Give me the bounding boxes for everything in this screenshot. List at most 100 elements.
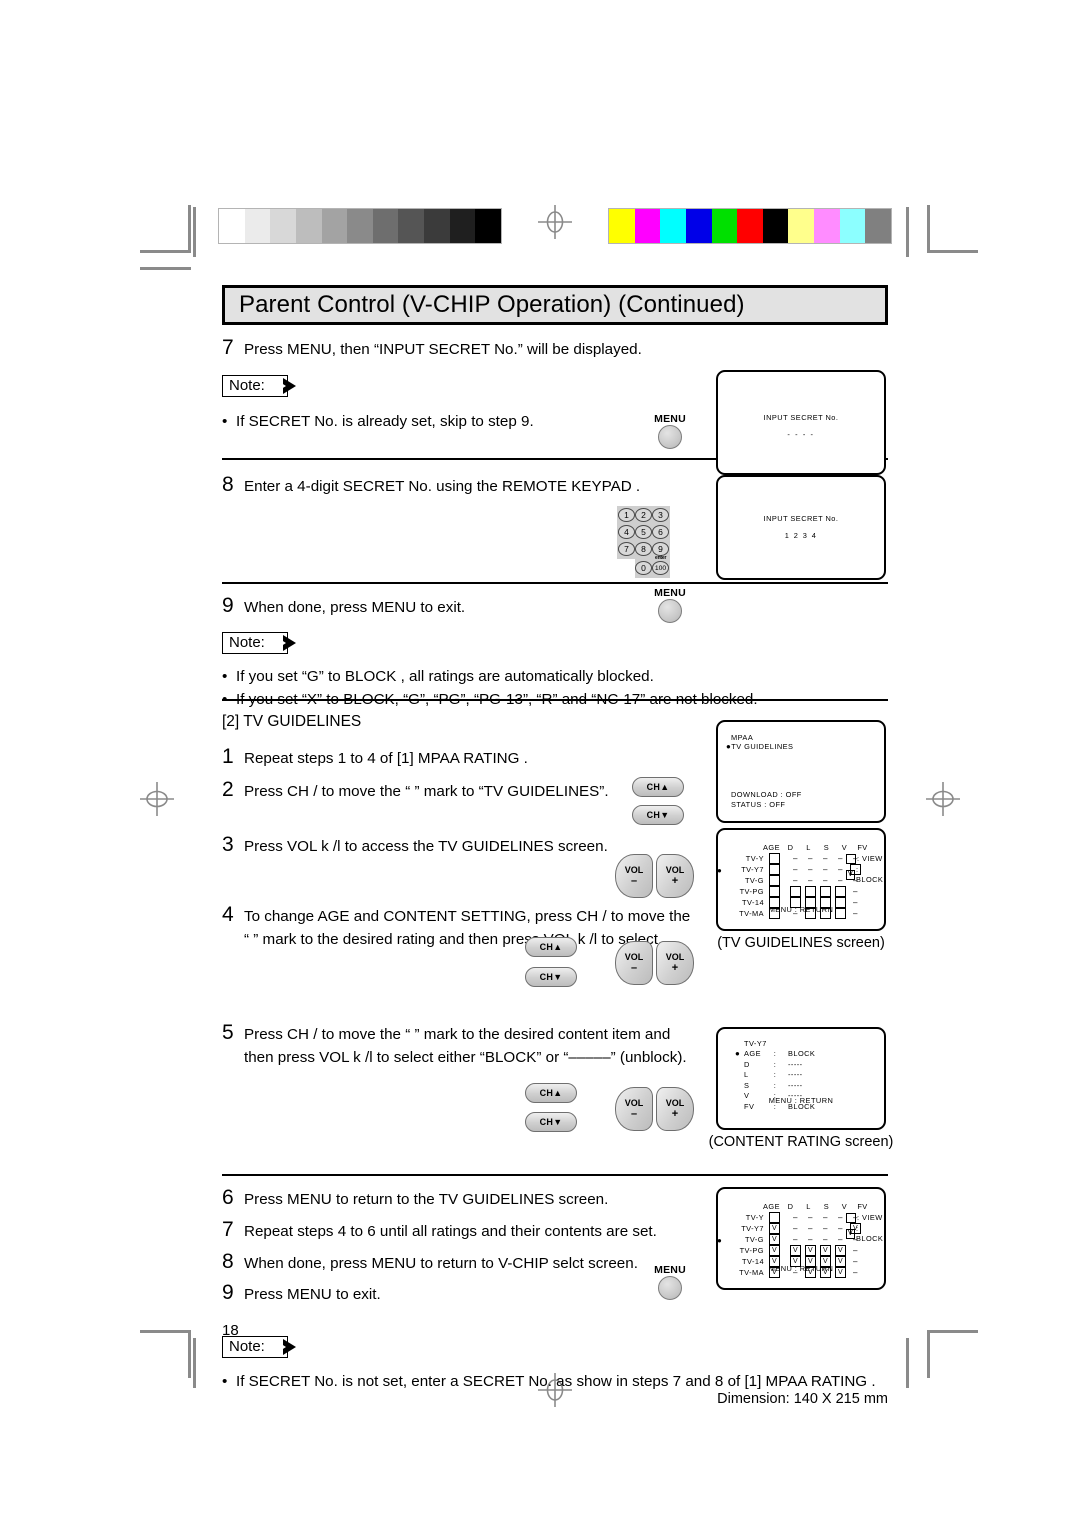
grid-row[interactable]: TV-Y – – – – –: [718, 853, 863, 864]
vol-up-button[interactable]: VOL +: [656, 941, 694, 985]
note-label: Note:: [222, 1336, 296, 1358]
legend-swatch: [846, 1213, 856, 1223]
grid-cell-blocked[interactable]: V: [769, 1223, 780, 1234]
vol-down-symbol: –: [630, 874, 638, 887]
ch-up-button[interactable]: CH▲: [632, 777, 684, 797]
grid-cell-view[interactable]: [769, 1212, 780, 1223]
keypad-key-3[interactable]: 3: [652, 508, 669, 522]
grid-cell-view[interactable]: [769, 853, 780, 864]
grid-row[interactable]: ● TV-Y7– – – –: [717, 864, 863, 875]
calibration-swatch: [295, 209, 322, 243]
grid-cell-unavailable: –: [793, 1212, 798, 1222]
keypad-key-4[interactable]: 4: [618, 525, 635, 539]
vol-down-button[interactable]: VOL –: [615, 854, 653, 898]
grid-cell-unavailable: –: [823, 853, 828, 863]
content-rating-row[interactable]: S: -----: [736, 1080, 815, 1091]
grid-cell-view[interactable]: [769, 875, 780, 886]
crop-mark-bottom-left: [140, 1330, 200, 1392]
grid-row[interactable]: TV-PG –: [718, 886, 863, 897]
note-arrow-inner-icon: [274, 635, 286, 650]
step-item: 5 Press CH / to move the “ ” mark to the…: [222, 1021, 692, 1070]
content-rating-key: ● AGE: [735, 1049, 761, 1059]
step-item: 7 Repeat steps 4 to 6 until all ratings …: [222, 1218, 692, 1244]
ch-up-label: CH▲: [539, 1088, 563, 1098]
grid-cell-blocked[interactable]: V: [769, 1234, 780, 1245]
color-calibration-bar: [608, 208, 892, 244]
content-rating-row[interactable]: ● AGE: BLOCK: [735, 1049, 816, 1060]
content-rating-value: -----: [788, 1070, 803, 1080]
keypad-key-0[interactable]: 0: [635, 561, 652, 575]
calibration-swatch: [634, 209, 661, 243]
ch-up-button[interactable]: CH▲: [525, 937, 577, 957]
grid-cell-view[interactable]: [835, 886, 846, 897]
menu-button[interactable]: MENU: [647, 413, 693, 449]
step-number: 1: [222, 745, 234, 768]
ch-down-button[interactable]: CH▼: [632, 805, 684, 825]
grid-cell-view[interactable]: [820, 886, 831, 897]
content-rating-row[interactable]: L: -----: [736, 1070, 815, 1081]
grid-cell-unavailable: –: [808, 875, 813, 885]
grid-row-label: TV-Y: [745, 1212, 764, 1222]
step-item: 7 Press MENU, then “INPUT SECRET No.” wi…: [222, 336, 692, 362]
step-number: 7: [222, 336, 234, 359]
calibration-swatch: [321, 209, 348, 243]
tv-guidelines-grid: AGE D L S V FV TV-Y – – – – – TV-Y7 V – – – – V ● TV-G V – – – – –…: [717, 1189, 884, 1288]
keypad-key-2[interactable]: 2: [635, 508, 652, 522]
grid-cell-blocked[interactable]: V: [820, 1245, 831, 1256]
vol-up-symbol: +: [671, 874, 679, 887]
screen-footer: MENU : RETURN: [768, 1096, 834, 1106]
grid-cell-view[interactable]: [805, 886, 816, 897]
menu-button[interactable]: MENU: [647, 1264, 693, 1300]
keypad-key-100[interactable]: 100: [652, 561, 669, 575]
keypad-key-1[interactable]: 1: [618, 508, 635, 522]
section-title: [2] TV GUIDELINES: [222, 713, 362, 730]
vol-down-symbol: –: [630, 1107, 638, 1120]
grid-row[interactable]: ● TV-G V – – – – –: [717, 1234, 863, 1245]
grid-cell-view[interactable]: [769, 864, 780, 875]
selection-dot-icon: ●: [735, 1049, 741, 1059]
step-number: 2: [222, 777, 234, 801]
step-item: 2 Press CH / to move the “ ” mark to “TV…: [222, 778, 692, 804]
note-label-text: Note:: [229, 376, 265, 394]
grid-cell-view[interactable]: [790, 886, 801, 897]
content-rating-value: BLOCK: [788, 1049, 816, 1059]
grid-cell-blocked[interactable]: V: [835, 1245, 846, 1256]
remote-keypad[interactable]: 1 2 3 4 5 6 7 8 9 enter 0 100: [617, 506, 687, 578]
vol-down-button[interactable]: VOL –: [615, 941, 653, 985]
keypad-key-9[interactable]: 9: [652, 542, 669, 556]
crop-mark-line-bottom-left: [193, 1338, 196, 1388]
grid-cell-blocked[interactable]: V: [805, 1245, 816, 1256]
vol-up-button[interactable]: VOL +: [656, 1087, 694, 1131]
grid-cell-view[interactable]: [769, 886, 780, 897]
vol-down-button[interactable]: VOL –: [615, 1087, 653, 1131]
step-number: 7: [222, 1217, 234, 1241]
keypad-key-8[interactable]: 8: [635, 542, 652, 556]
keypad-key-5[interactable]: 5: [635, 525, 652, 539]
grid-row[interactable]: TV-PG V V V V V –: [718, 1245, 863, 1256]
ch-down-button[interactable]: CH▼: [525, 967, 577, 987]
grid-row-label: TV-Y7: [741, 1223, 764, 1233]
step-item: 8 When done, press MENU to return to V-C…: [222, 1250, 692, 1276]
grid-cell-unavailable: –: [793, 853, 798, 863]
calibration-swatch: [270, 209, 296, 243]
menu-button[interactable]: MENU: [647, 587, 693, 623]
content-rating-row[interactable]: D: -----: [736, 1059, 815, 1070]
selection-dot-icon: ●: [717, 1235, 723, 1245]
keypad-key-6[interactable]: 6: [652, 525, 669, 539]
grid-cell-unavailable: –: [853, 886, 858, 896]
grid-row[interactable]: TV-Y7 V – – – – V: [718, 1223, 863, 1234]
grid-cell-blocked[interactable]: V: [769, 1245, 780, 1256]
grid-row-label: TV-G: [744, 875, 764, 885]
grid-cell-unavailable: –: [808, 1234, 813, 1244]
keypad-key-7[interactable]: 7: [618, 542, 635, 556]
ch-down-button[interactable]: CH▼: [525, 1112, 577, 1132]
status-download: DOWNLOAD : OFF: [731, 790, 802, 800]
grid-cell-blocked[interactable]: V: [790, 1245, 801, 1256]
legend-label: : VIEW: [857, 854, 883, 863]
grid-row[interactable]: TV-Y – – – – –: [718, 1212, 863, 1223]
page-number: 18: [222, 1322, 239, 1339]
screen-value: 1 2 3 4: [784, 531, 818, 540]
ch-up-button[interactable]: CH▲: [525, 1083, 577, 1103]
vol-up-button[interactable]: VOL +: [656, 854, 694, 898]
grid-row[interactable]: TV-G – – – – –: [718, 875, 863, 886]
